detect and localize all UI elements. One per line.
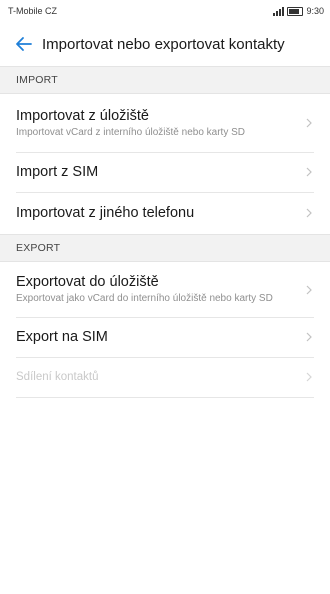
section-header-import: IMPORT xyxy=(0,66,330,94)
list-item-import-sim[interactable]: Import z SIM xyxy=(0,152,330,192)
chevron-right-icon xyxy=(304,332,314,342)
signal-icon xyxy=(273,6,285,16)
status-icons: 9:30 xyxy=(273,6,324,16)
chevron-right-icon xyxy=(304,118,314,128)
item-title: Importovat z jiného telefonu xyxy=(16,205,195,221)
list-item-export-storage[interactable]: Exportovat do úložiště Exportovat jako v… xyxy=(0,262,330,317)
chevron-right-icon xyxy=(304,167,314,177)
chevron-right-icon xyxy=(304,372,314,382)
status-bar: T-Mobile CZ 9:30 xyxy=(0,0,330,22)
list-item-import-other-phone[interactable]: Importovat z jiného telefonu xyxy=(0,192,330,234)
battery-icon xyxy=(287,6,304,16)
arrow-left-icon xyxy=(16,37,32,51)
item-title: Export na SIM xyxy=(16,329,108,345)
chevron-right-icon xyxy=(304,208,314,218)
item-subtitle: Importovat vCard z interního úložiště ne… xyxy=(16,126,245,138)
clock: 9:30 xyxy=(306,6,324,16)
item-title: Sdílení kontaktů xyxy=(16,371,99,383)
list-item-share-contacts[interactable]: Sdílení kontaktů xyxy=(0,357,330,397)
item-subtitle: Exportovat jako vCard do interního úloži… xyxy=(16,293,273,304)
list-item-export-sim[interactable]: Export na SIM xyxy=(0,317,330,357)
chevron-right-icon xyxy=(304,285,314,295)
list-bottom-divider xyxy=(16,397,314,398)
item-title: Importovat z úložiště xyxy=(16,107,149,124)
page-title: Importovat nebo exportovat kontakty xyxy=(42,35,285,53)
section-header-export: EXPORT xyxy=(0,234,330,262)
list-item-import-storage[interactable]: Importovat z úložiště Importovat vCard z… xyxy=(0,94,330,152)
item-title: Import z SIM xyxy=(16,164,99,180)
app-bar: Importovat nebo exportovat kontakty xyxy=(0,22,330,66)
back-button[interactable] xyxy=(10,30,38,58)
carrier-label: T-Mobile CZ xyxy=(8,6,58,16)
item-title: Exportovat do úložiště xyxy=(16,274,159,290)
